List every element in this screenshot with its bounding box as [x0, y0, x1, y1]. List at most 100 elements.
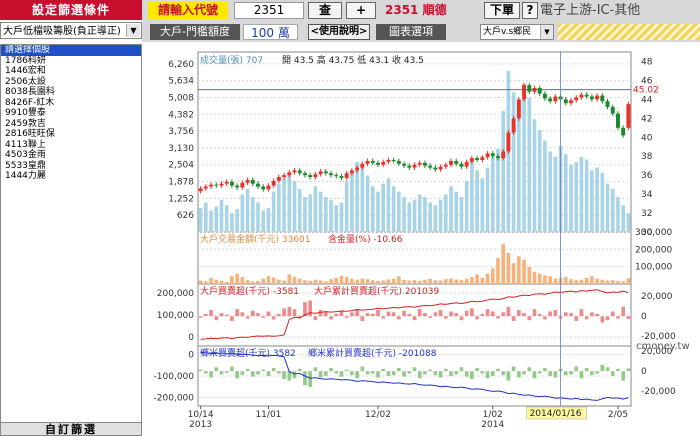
- list-header[interactable]: 請選擇個股: [1, 45, 141, 56]
- candle-body: [469, 158, 474, 162]
- amount-bar: [313, 279, 318, 284]
- candle-body: [339, 176, 344, 178]
- price-tick-label: 48: [641, 57, 653, 67]
- amount-bar: [579, 279, 584, 284]
- stock-list-item[interactable]: 1446 宏和: [1, 66, 141, 77]
- chevron-down-icon[interactable]: ▼: [540, 25, 553, 39]
- retail-daily-bar: [297, 368, 302, 372]
- stock-list-item[interactable]: 1786 科妍: [1, 56, 141, 67]
- candle-body: [344, 173, 349, 178]
- retail-daily-bar: [240, 371, 245, 376]
- retail-daily-bar: [407, 371, 412, 374]
- candle-body: [391, 160, 396, 161]
- volume-bar: [464, 180, 469, 232]
- amount-bar: [464, 278, 469, 284]
- stock-code: 1446: [5, 66, 28, 76]
- amount-bar: [250, 281, 255, 284]
- volume-bar: [360, 167, 365, 232]
- add-button[interactable]: +: [346, 2, 376, 19]
- big-daily-bar: [443, 316, 448, 319]
- amount-bar: [203, 281, 208, 284]
- volume-bar: [250, 197, 255, 232]
- amount-bar: [240, 277, 245, 284]
- candle-body: [485, 153, 490, 158]
- big-daily-bar: [329, 316, 333, 320]
- retail-daily-bar: [370, 371, 375, 374]
- volume-bar: [490, 156, 495, 232]
- volume-bar: [537, 129, 542, 232]
- volume-tick-label: 5,008: [168, 93, 194, 103]
- chevron-down-icon[interactable]: ▼: [126, 24, 140, 37]
- stock-chart[interactable]: 6,260 5,634 5,008 4,382 3,756 3,130 2,504 1,878…: [144, 44, 700, 436]
- filter-panel-title: 設定篩選條件: [0, 0, 142, 20]
- retail-daily-bar: [381, 368, 386, 372]
- candle-body: [250, 179, 255, 184]
- candle-body: [589, 96, 594, 100]
- big-daily-tick-label: 0: [641, 312, 647, 322]
- stock-code: 4503: [5, 150, 28, 160]
- big-daily-bar: [470, 308, 474, 317]
- volume-bar: [266, 207, 271, 232]
- volume-bar: [292, 180, 297, 232]
- stock-list-item[interactable]: 8426 F-紅木: [1, 98, 141, 109]
- big-daily-bar: [496, 316, 500, 319]
- retail-daily-bar: [235, 371, 239, 379]
- candle-body: [308, 175, 313, 178]
- amount-bar: [490, 268, 495, 284]
- stock-list-item[interactable]: 2459 敦吉: [1, 119, 141, 130]
- stock-code: 8038: [5, 87, 28, 97]
- usage-help-button[interactable]: <使用說明>: [308, 24, 370, 40]
- stock-list-item[interactable]: 9910 豐泰: [1, 108, 141, 119]
- amount-bar: [532, 271, 537, 284]
- big-daily-bar: [308, 300, 312, 317]
- retail-daily-bar: [308, 371, 312, 387]
- threshold-value[interactable]: 100 萬: [243, 24, 298, 40]
- amount-bar: [329, 279, 333, 284]
- help-icon[interactable]: ?: [522, 2, 538, 19]
- candle-body: [422, 162, 427, 166]
- big-daily-bar: [537, 313, 542, 317]
- stock-list-item[interactable]: 4113 聯上: [1, 140, 141, 151]
- volume-bar: [475, 170, 479, 232]
- candle-body: [490, 153, 495, 157]
- watermark: cmoney.tw: [636, 341, 690, 352]
- retail-daily-bar: [569, 371, 573, 375]
- big-daily-bar: [256, 313, 260, 317]
- candle-body: [256, 183, 260, 187]
- big-daily-bar: [423, 313, 427, 317]
- big-daily-bar: [475, 316, 479, 320]
- amount-bar: [370, 280, 375, 284]
- retail-daily-bar: [355, 371, 359, 379]
- stock-list-item[interactable]: 2506 太設: [1, 77, 141, 88]
- stock-list-item[interactable]: 5533 皇鼎: [1, 161, 141, 172]
- big-daily-bar: [485, 309, 490, 317]
- amount-bar: [563, 277, 568, 284]
- volume-bar: [198, 207, 203, 232]
- retail-daily-bar: [203, 371, 208, 374]
- stock-list-item[interactable]: 8038 長園科: [1, 87, 141, 98]
- stock-list[interactable]: 請選擇個股 1786 科妍 1446 宏和 2506 太設 8038 長園科 8426 …: [0, 44, 142, 424]
- custom-filter-button[interactable]: 自訂篩選: [0, 422, 142, 436]
- stock-list-item[interactable]: 1444 力麗: [1, 171, 141, 182]
- stock-list-item[interactable]: 4503 金雨: [1, 150, 141, 161]
- big-daily-bar: [261, 316, 266, 318]
- big-daily-bar: [287, 306, 292, 317]
- filter-select[interactable]: 大戶低檔吸籌股(負正導正) ▼: [0, 22, 142, 39]
- volume-bar: [412, 199, 417, 232]
- query-button[interactable]: 查: [308, 2, 342, 19]
- big-daily-bar: [621, 306, 626, 317]
- big-daily-tick-label: 20,000: [641, 292, 673, 302]
- chart-options-button[interactable]: 圖表選項: [376, 24, 446, 40]
- retail-daily-bar: [501, 371, 506, 376]
- order-button[interactable]: 下單: [484, 2, 520, 19]
- candle-body: [245, 179, 250, 183]
- retail-daily-bar: [490, 371, 495, 376]
- compare-select[interactable]: 大戶v.s鄉民 ▼: [480, 24, 554, 40]
- retail-daily-bar: [397, 368, 401, 372]
- volume-bar: [256, 202, 260, 232]
- retail-daily-bar: [376, 371, 380, 378]
- stock-list-item[interactable]: 2816 旺旺保: [1, 129, 141, 140]
- volume-bar: [402, 197, 406, 232]
- candle-body: [584, 94, 589, 97]
- stock-code-input[interactable]: 2351: [234, 2, 304, 19]
